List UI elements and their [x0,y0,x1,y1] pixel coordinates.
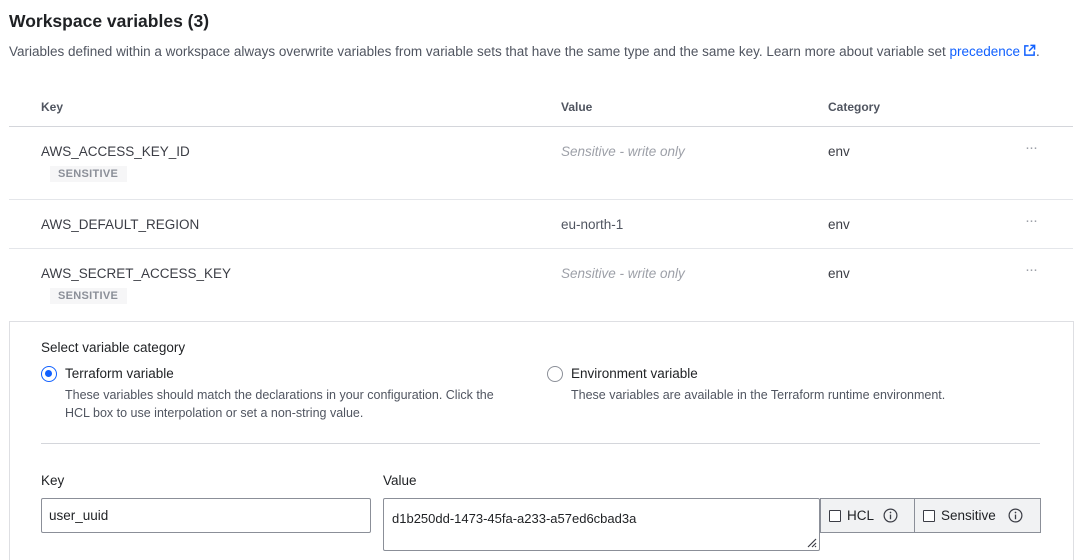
radio-help-line: These variables are available in the Ter… [571,388,946,402]
page-title: Workspace variables (3) [9,11,210,31]
sensitive-checkbox[interactable] [923,510,935,522]
description-text: Variables defined within a workspace alw… [9,44,950,59]
precedence-link[interactable]: precedence [949,44,1020,59]
table-row: AWS_DEFAULT_REGION eu-north-1 env ··· [9,200,1073,249]
radio-label: Environment variable [571,366,698,381]
column-header-category: Category [828,100,881,114]
variable-value: Sensitive - write only [561,266,685,281]
sensitive-badge: SENSITIVE [50,166,128,182]
radio-help-line: These variables should match the declara… [65,388,494,402]
table-header: Key Value Category [9,93,1073,127]
resize-handle-icon[interactable] [805,536,817,548]
key-input[interactable] [41,498,371,533]
column-header-key: Key [41,100,64,114]
variable-value: Sensitive - write only [561,144,685,159]
page-description: Variables defined within a workspace alw… [9,44,1040,59]
table-row: AWS_SECRET_ACCESS_KEY SENSITIVE Sensitiv… [9,249,1073,321]
ellipsis-icon[interactable]: ··· [1025,139,1038,156]
variable-value: eu-north-1 [561,217,624,232]
table-row: AWS_ACCESS_KEY_ID SENSITIVE Sensitive - … [9,127,1073,200]
variable-category: env [828,144,850,159]
ellipsis-icon[interactable]: ··· [1025,212,1038,229]
variable-key: AWS_SECRET_ACCESS_KEY [41,266,232,281]
category-section-label: Select variable category [41,340,186,355]
info-icon[interactable] [1008,508,1023,523]
radio-help-text: These variables should match the declara… [65,386,494,422]
radio-help-text: These variables are available in the Ter… [571,386,945,404]
ellipsis-icon[interactable]: ··· [1025,261,1038,278]
info-icon[interactable] [883,508,898,523]
sensitive-label: Sensitive [941,508,996,523]
key-field-label: Key [41,473,65,488]
section-divider [41,443,1040,444]
value-field-label: Value [383,473,417,488]
sensitive-checkbox-group[interactable]: Sensitive [914,498,1041,533]
variable-key: AWS_ACCESS_KEY_ID [41,144,190,159]
radio-help-line: HCL box to use interpolation or set a no… [65,406,364,420]
add-variable-panel: Select variable category Terraform varia… [9,321,1074,560]
hcl-checkbox[interactable] [829,510,841,522]
radio-label: Terraform variable [65,366,174,381]
description-period: . [1036,44,1040,59]
value-text: d1b250dd-1473-45fa-a233-a57ed6cbad3a [392,511,637,526]
column-header-value: Value [561,100,593,114]
radio-environment-variable[interactable]: Environment variable These variables are… [547,366,997,406]
external-link-icon[interactable] [1023,44,1036,57]
value-textarea[interactable]: d1b250dd-1473-45fa-a233-a57ed6cbad3a [383,498,820,551]
radio-button[interactable] [547,366,563,382]
variable-key: AWS_DEFAULT_REGION [41,217,200,232]
hcl-checkbox-group[interactable]: HCL [820,498,915,533]
variable-category: env [828,266,850,281]
sensitive-badge: SENSITIVE [50,288,128,304]
variable-category: env [828,217,850,232]
radio-terraform-variable[interactable]: Terraform variable These variables shoul… [41,366,541,426]
radio-button-checked[interactable] [41,366,57,382]
hcl-label: HCL [847,508,875,523]
